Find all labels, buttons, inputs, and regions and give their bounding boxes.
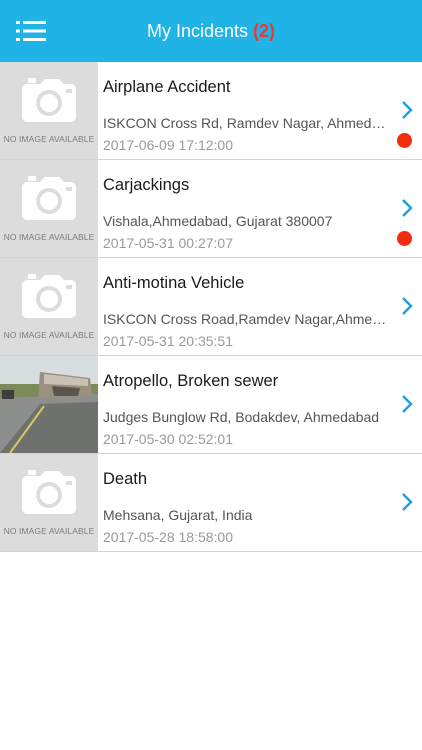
no-image-placeholder: NO IMAGE AVAILABLE [0,160,98,257]
incident-address: ISKCON Cross Rd, Ramdev Nagar, Ahmedabad… [103,115,388,131]
incident-list: NO IMAGE AVAILABLE Airplane Accident ISK… [0,62,422,552]
incident-title: Airplane Accident [103,78,231,96]
no-image-label: NO IMAGE AVAILABLE [3,526,95,536]
incident-date: 2017-05-28 18:58:00 [103,529,233,545]
no-image-label: NO IMAGE AVAILABLE [3,232,95,242]
incident-address: Judges Bunglow Rd, Bodakdev, Ahmedabad [103,409,380,425]
incident-address: Vishala,Ahmedabad, Gujarat 380007 [103,213,333,229]
no-image-placeholder: NO IMAGE AVAILABLE [0,454,98,551]
camera-icon [22,78,76,122]
incident-row-2[interactable]: NO IMAGE AVAILABLE Anti-motina Vehicle I… [0,258,422,356]
incident-address: ISKCON Cross Road,Ramdev Nagar,Ahmedabad [103,311,388,327]
app-header: My Incidents (2) [0,0,422,62]
incident-row-3[interactable]: Atropello, Broken sewer Judges Bunglow R… [0,356,422,454]
chevron-right-icon[interactable] [400,100,414,120]
chevron-right-icon[interactable] [400,394,414,414]
unread-indicator-dot [397,133,412,148]
incident-date: 2017-05-31 00:27:07 [103,235,233,251]
incident-date: 2017-06-09 17:12:00 [103,137,233,153]
unread-indicator-dot [397,231,412,246]
chevron-right-icon[interactable] [400,296,414,316]
page-title: My Incidents (2) [0,21,422,42]
incident-photo [0,356,98,453]
incident-photo-image [0,356,98,453]
incident-title: Carjackings [103,176,190,194]
camera-icon [22,176,76,220]
no-image-label: NO IMAGE AVAILABLE [3,330,95,340]
no-image-placeholder: NO IMAGE AVAILABLE [0,62,98,159]
camera-icon [22,470,76,514]
no-image-label: NO IMAGE AVAILABLE [3,134,95,144]
incident-row-4[interactable]: NO IMAGE AVAILABLE Death Mehsana, Gujara… [0,454,422,552]
incident-date: 2017-05-30 02:52:01 [103,431,233,447]
page-title-text: My Incidents [146,21,249,41]
incident-address: Mehsana, Gujarat, India [103,507,253,523]
no-image-placeholder: NO IMAGE AVAILABLE [0,258,98,355]
camera-icon [22,274,76,318]
incident-date: 2017-05-31 20:35:51 [103,333,233,349]
incident-title: Atropello, Broken sewer [103,372,279,390]
chevron-right-icon[interactable] [400,198,414,218]
incident-count-badge: (2) [253,21,276,41]
incident-row-1[interactable]: NO IMAGE AVAILABLE Carjackings Vishala,A… [0,160,422,258]
incident-row-0[interactable]: NO IMAGE AVAILABLE Airplane Accident ISK… [0,62,422,160]
chevron-right-icon[interactable] [400,492,414,512]
incident-title: Death [103,470,148,488]
incident-title: Anti-motina Vehicle [103,274,245,292]
